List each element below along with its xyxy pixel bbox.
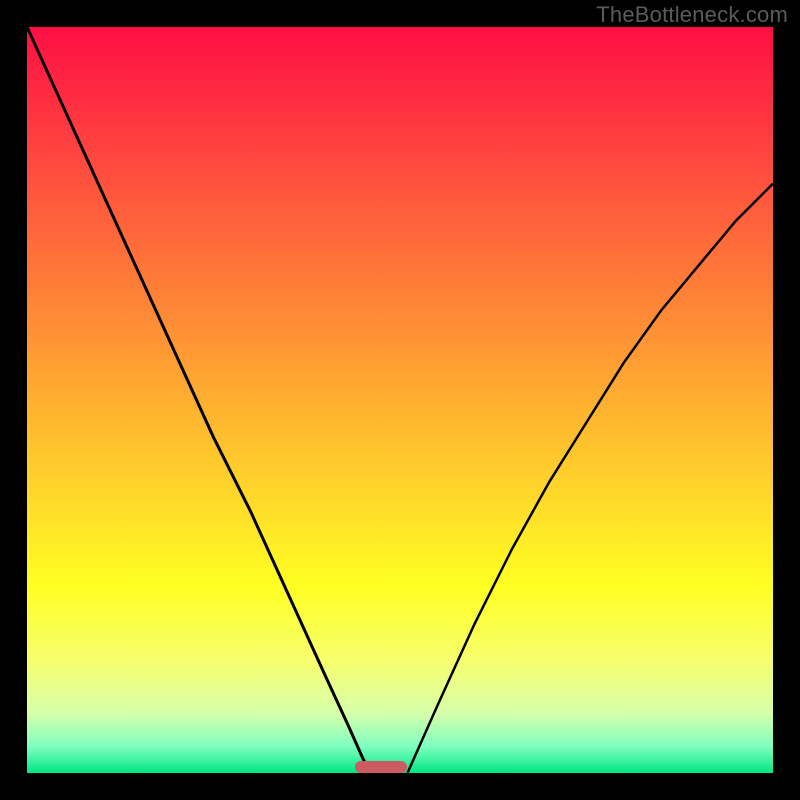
bottleneck-marker [355, 761, 407, 773]
chart-frame: TheBottleneck.com [0, 0, 800, 800]
right-curve [407, 184, 773, 773]
watermark-text: TheBottleneck.com [596, 2, 788, 28]
plot-area [27, 27, 773, 773]
curves-svg [27, 27, 773, 773]
left-curve [27, 27, 370, 773]
